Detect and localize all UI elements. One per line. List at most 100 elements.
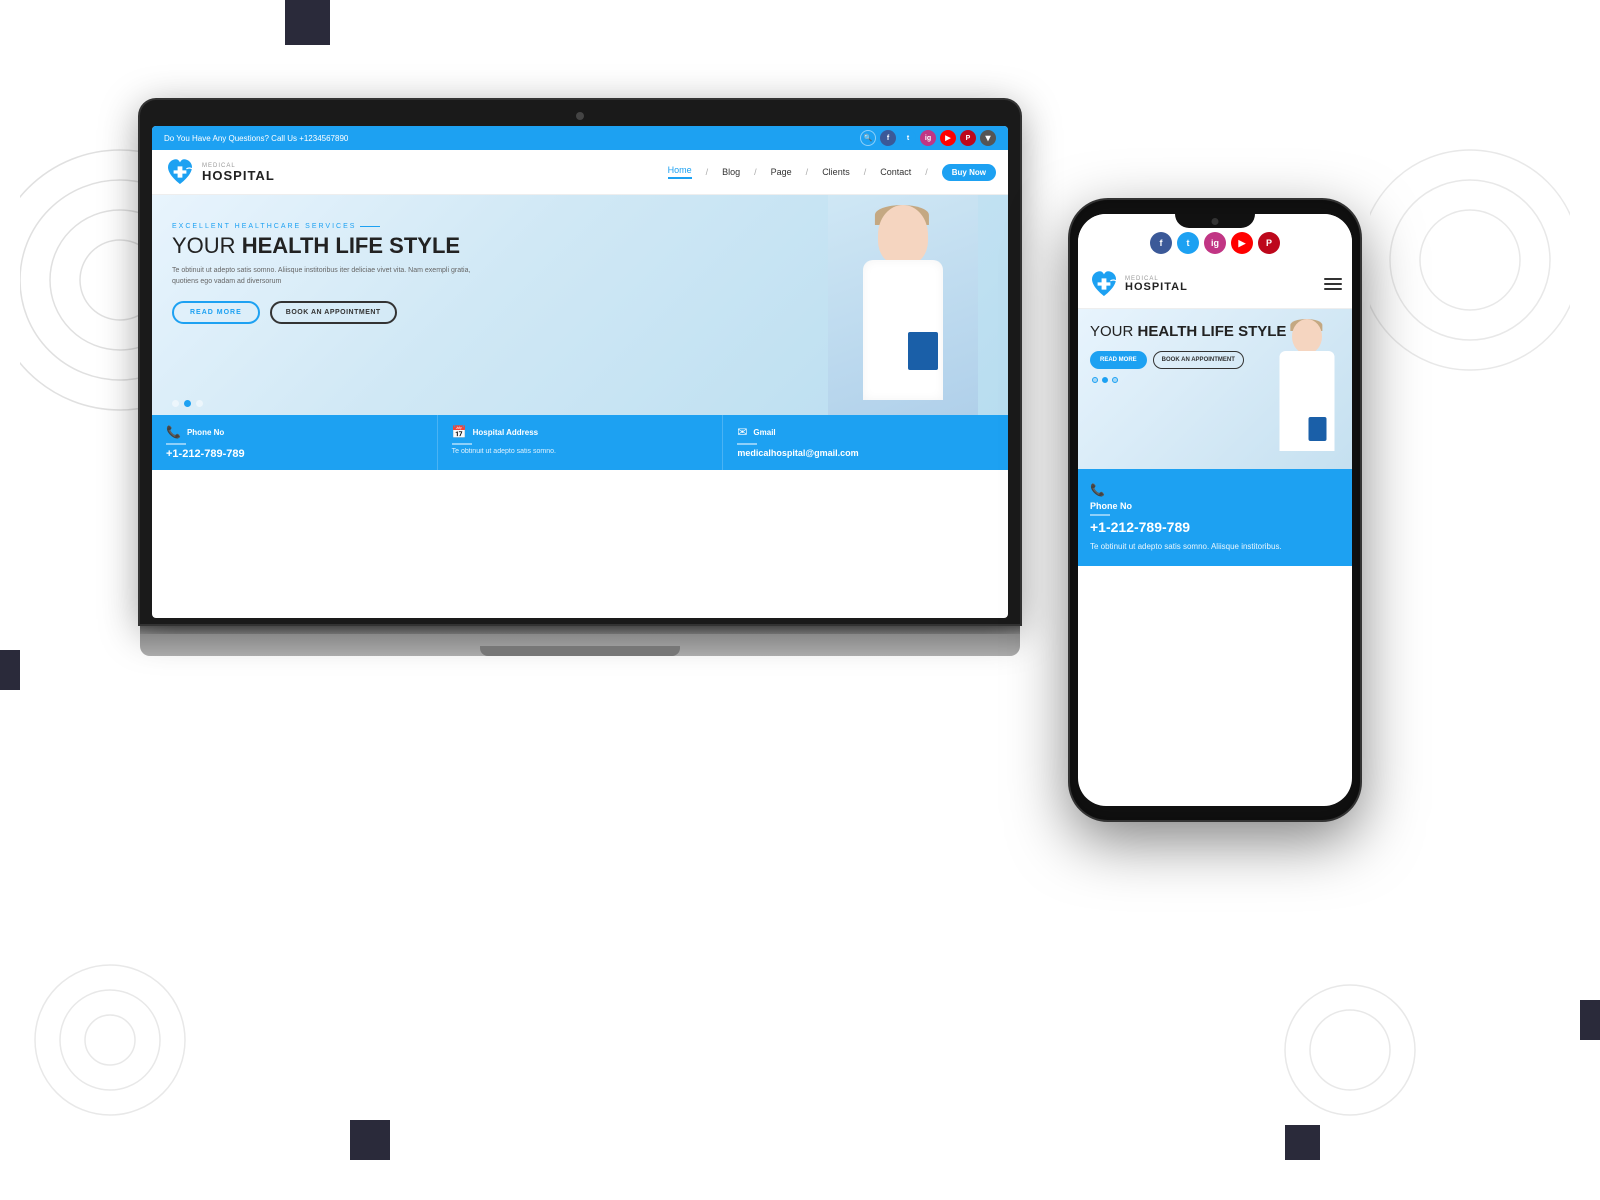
square-decor-3 [0,650,20,690]
phone-hero-title-bold: HEALTH LIFE STYLE [1138,323,1287,340]
phone-dot-3[interactable] [1112,377,1118,383]
hero-description: Te obtinuit ut adepto satis somno. Aliis… [172,266,472,287]
hero-title: YOUR HEALTH LIFE STYLE [172,234,621,258]
laptop-bezel: Do You Have Any Questions? Call Us +1234… [140,100,1020,624]
phone-notch [1175,214,1255,228]
book-appointment-button[interactable]: BOOK AN APPOINTMENT [270,301,397,324]
phone-screen: f t ig ▶ P MEDICAL HOSPITAL [1078,214,1352,806]
phone-mockup: f t ig ▶ P MEDICAL HOSPITAL [1070,200,1360,820]
dropdown-icon[interactable]: ▾ [980,130,996,146]
phone-contact-description: Te obtinuit ut adepto satis somno. Aliis… [1090,541,1340,552]
phone-read-more-button[interactable]: READ MORE [1090,351,1147,369]
phone-contact-phone-icon: 📞 [1090,483,1105,497]
hero-doctor-image [828,195,978,415]
hero-content: EXCELLENT HEALTHCARE SERVICES YOUR HEALT… [172,223,621,324]
dot-1[interactable] [172,400,179,407]
phone-bezel: f t ig ▶ P MEDICAL HOSPITAL [1070,200,1360,820]
phone-contact-label: Phone No [1090,501,1340,511]
phone-book-appointment-button[interactable]: BOOK AN APPOINTMENT [1153,351,1244,369]
phone-doctor-image [1267,319,1347,469]
contact-gmail: ✉ Gmail medicalhospital@gmail.com [723,415,1008,470]
pinterest-icon[interactable]: P [960,130,976,146]
nav-contact[interactable]: Contact [880,167,911,177]
contact-address: 📅 Hospital Address Te obtinuit ut adepto… [438,415,724,470]
nav-links: Home / Blog / Page / Clients / Contact /… [668,164,996,181]
site-nav: MEDICAL HOSPITAL Home / Blog / Page / Cl… [152,150,1008,195]
phone-twitter-icon[interactable]: t [1177,232,1199,254]
phone-contact-icon-row: 📞 [1090,483,1340,497]
phone-pinterest-icon[interactable]: P [1258,232,1280,254]
instagram-icon[interactable]: ig [920,130,936,146]
contact-phone: 📞 Phone No +1-212-789-789 [152,415,438,470]
phone-dot-2[interactable] [1102,377,1108,383]
decor-circles-bottom-right [1280,980,1420,1120]
read-more-button[interactable]: READ MORE [172,301,260,324]
email-icon: ✉ [737,425,747,439]
buy-now-button[interactable]: Buy Now [942,164,996,181]
phone-icon: 📞 [166,425,181,439]
phone-hero-buttons: READ MORE BOOK AN APPOINTMENT [1090,351,1340,369]
dot-2[interactable] [184,400,191,407]
hero-title-light: YOUR [172,233,242,258]
phone-doctor-book [1309,417,1327,441]
phone-logo-icon [1088,268,1120,300]
phone-hero-title: YOUR HEALTH LIFE STYLE [1090,323,1340,341]
phone-slider-dots [1090,377,1340,383]
doctor-head [878,205,928,265]
search-icon[interactable]: 🔍 [860,130,876,146]
phone-value: +1-212-789-789 [166,448,423,460]
topbar-social-icons: 🔍 f t ig ▶ P ▾ [860,130,996,146]
nav-blog[interactable]: Blog [722,167,740,177]
decor-circles-right [1370,140,1570,380]
square-decor-5 [350,1120,390,1160]
site-topbar: Do You Have Any Questions? Call Us +1234… [152,126,1008,150]
logo-text: MEDICAL HOSPITAL [202,163,275,182]
logo-hospital-text: HOSPITAL [202,169,275,182]
laptop-screen: Do You Have Any Questions? Call Us +1234… [152,126,1008,618]
calendar-icon: 📅 [452,425,467,439]
laptop-camera [576,112,584,120]
square-decor-6 [1285,1125,1320,1160]
decor-circles-bottom-left [30,960,190,1120]
facebook-icon[interactable]: f [880,130,896,146]
square-decor-1 [285,0,330,45]
gmail-label: Gmail [753,428,775,437]
phone-dot-1[interactable] [1092,377,1098,383]
topbar-phone-text: Do You Have Any Questions? Call Us +1234… [164,134,348,143]
doctor-book [908,332,938,370]
phone-logo-hospital: HOSPITAL [1125,282,1188,293]
hero-slider-dots [172,400,203,407]
phone-youtube-icon[interactable]: ▶ [1231,232,1253,254]
youtube-icon[interactable]: ▶ [940,130,956,146]
phone-logo-text: MEDICAL HOSPITAL [1125,276,1188,293]
laptop-hinge [140,624,1020,634]
hero-buttons: READ MORE BOOK AN APPOINTMENT [172,301,621,324]
square-decor-4 [1580,1000,1600,1040]
phone-contact-value: +1-212-789-789 [1090,519,1340,535]
phone-hero-title-light: YOUR [1090,323,1138,340]
hero-subtitle: EXCELLENT HEALTHCARE SERVICES [172,223,621,230]
site-hero: EXCELLENT HEALTHCARE SERVICES YOUR HEALT… [152,195,1008,415]
address-subtext: Te obtinuit ut adepto satis somno. [452,448,709,455]
phone-camera [1212,218,1219,225]
logo-icon [164,156,196,188]
site-logo: MEDICAL HOSPITAL [164,156,275,188]
phone-label: Phone No [187,428,224,437]
phone-logo: MEDICAL HOSPITAL [1088,268,1188,300]
hamburger-menu[interactable] [1324,278,1342,290]
contact-bar: 📞 Phone No +1-212-789-789 📅 Hospital Add… [152,415,1008,470]
twitter-icon[interactable]: t [900,130,916,146]
phone-facebook-icon[interactable]: f [1150,232,1172,254]
phone-instagram-icon[interactable]: ig [1204,232,1226,254]
phone-nav: MEDICAL HOSPITAL [1078,260,1352,309]
doctor-coat [863,260,943,400]
gmail-value: medicalhospital@gmail.com [737,448,994,458]
dot-3[interactable] [196,400,203,407]
phone-hero: YOUR HEALTH LIFE STYLE READ MORE BOOK AN… [1078,309,1352,469]
hero-title-bold: HEALTH LIFE STYLE [242,233,460,258]
phone-contact-bar: 📞 Phone No +1-212-789-789 Te obtinuit ut… [1078,469,1352,566]
nav-home[interactable]: Home [668,165,692,179]
nav-page[interactable]: Page [771,167,792,177]
address-label: Hospital Address [473,428,539,437]
nav-clients[interactable]: Clients [822,167,850,177]
